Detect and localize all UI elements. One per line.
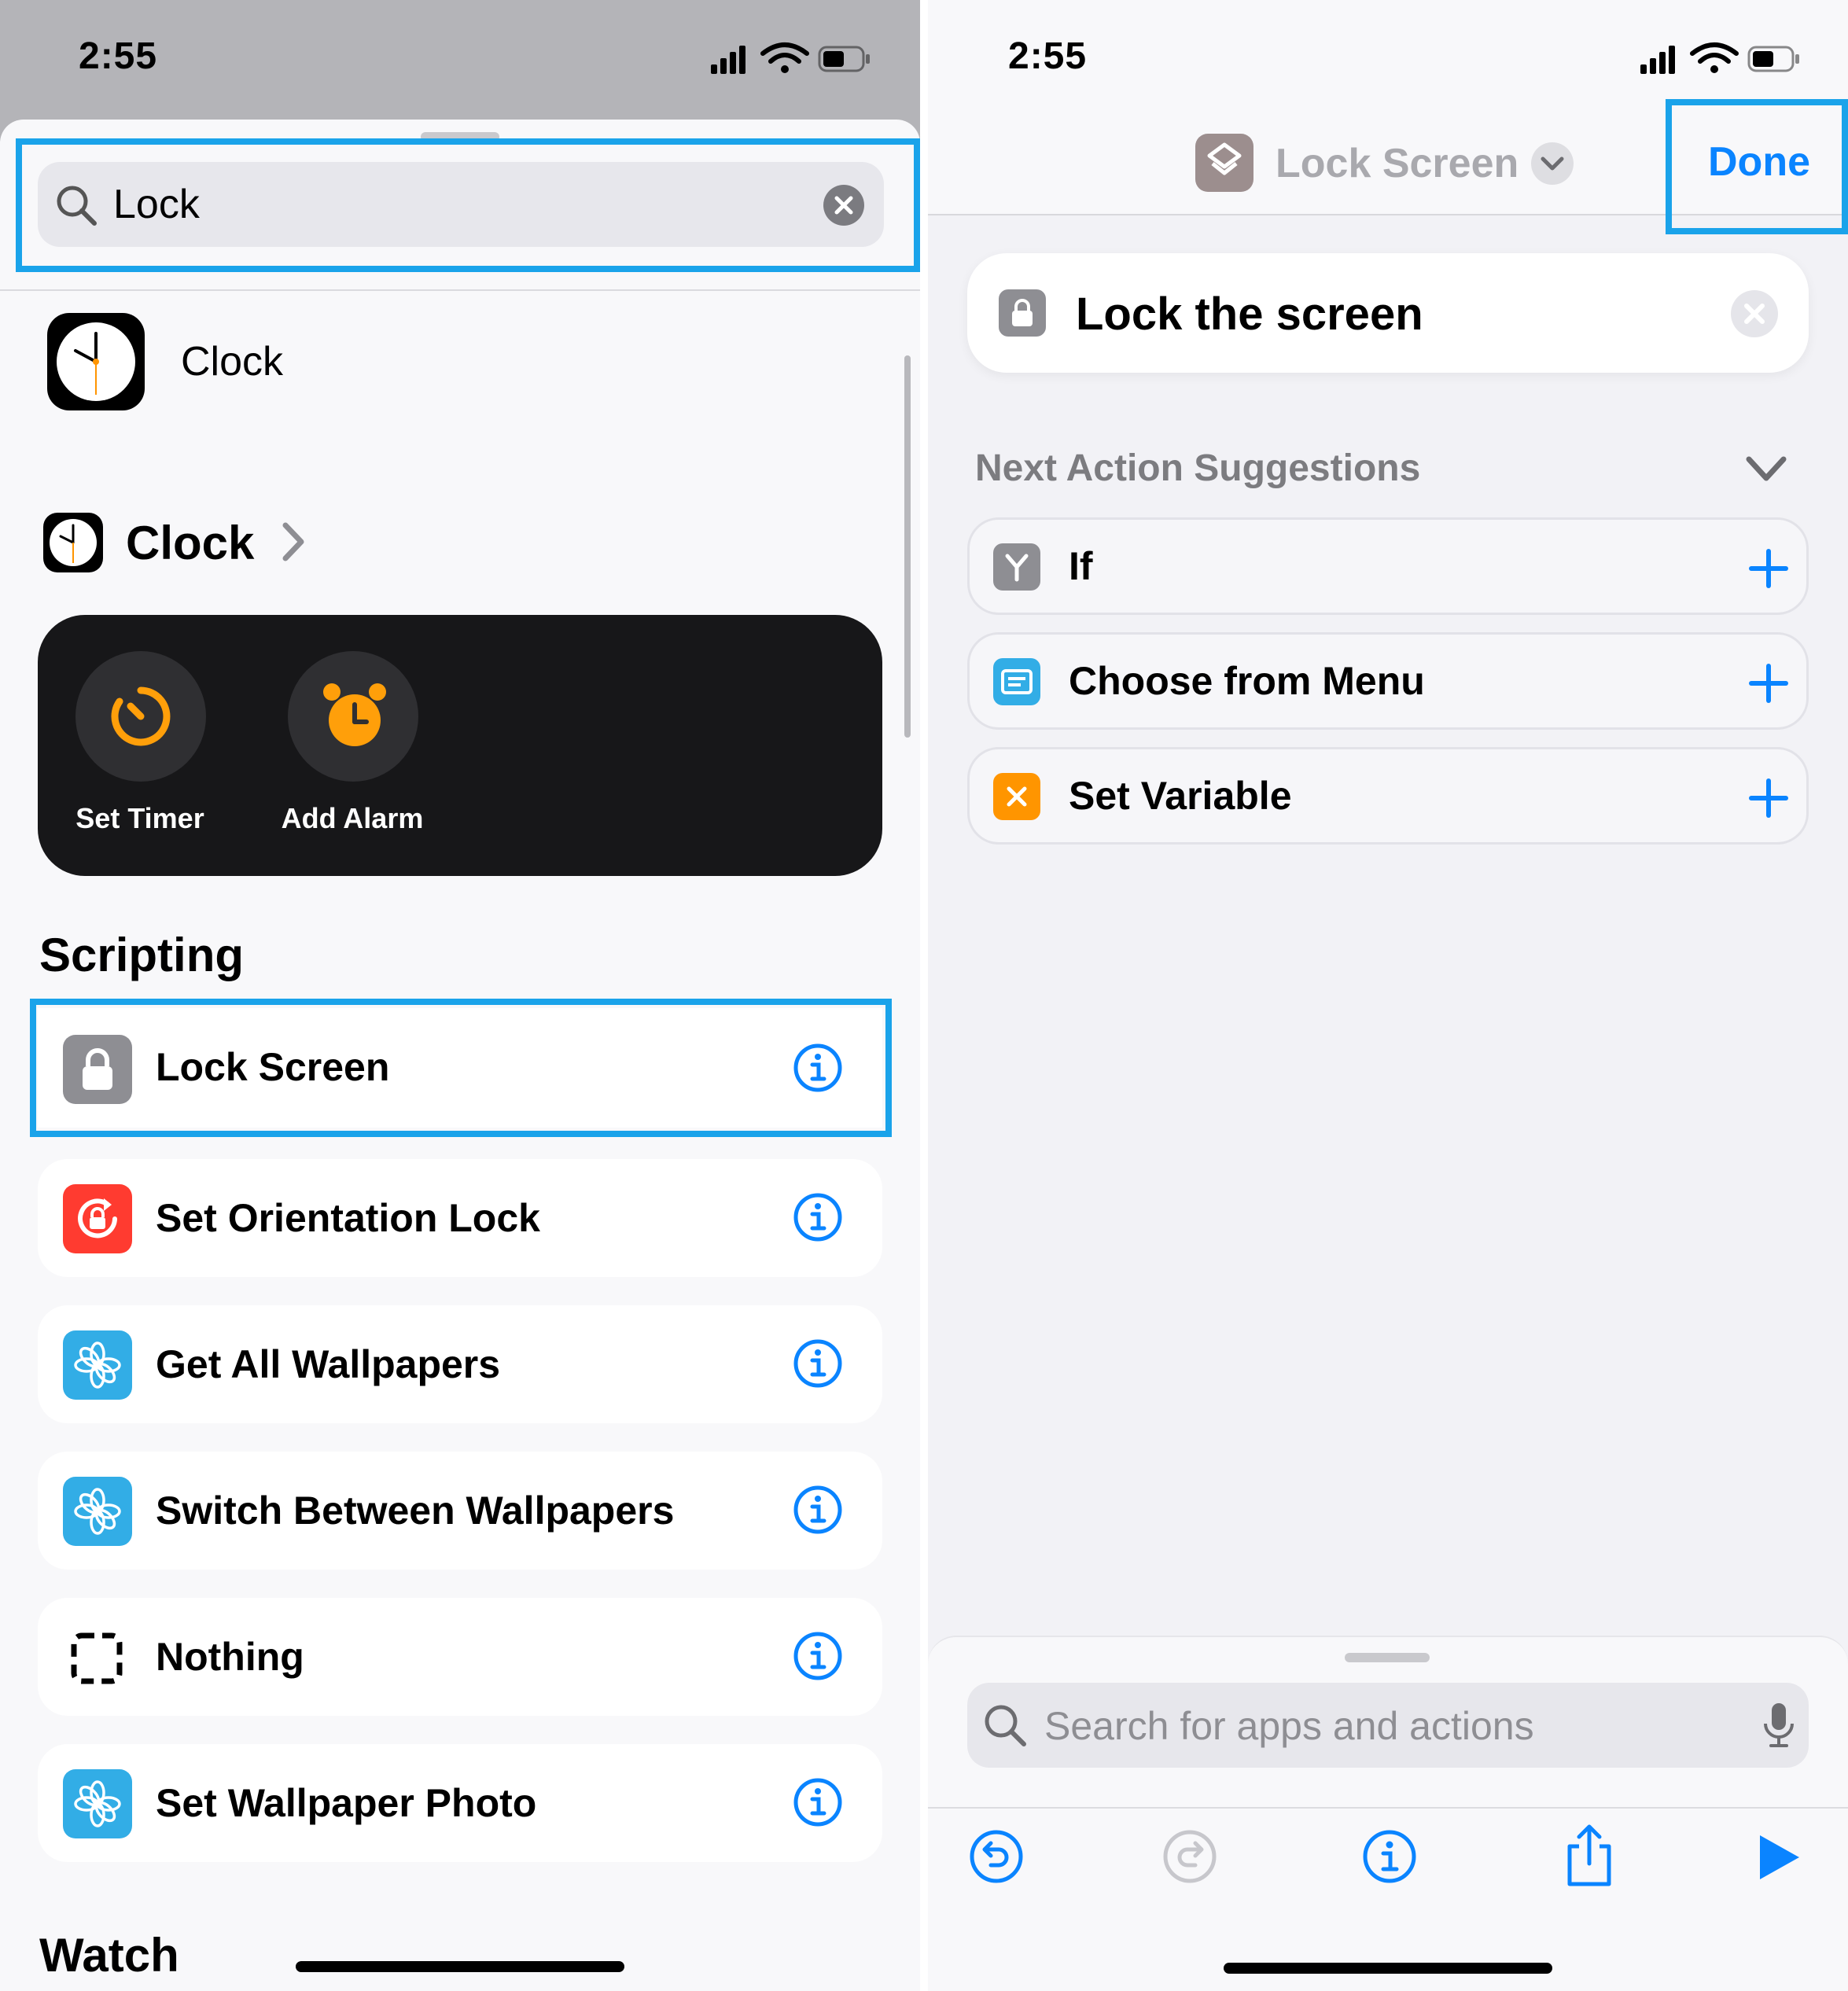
divider (0, 289, 920, 291)
suggestion-label: If (1069, 544, 1093, 588)
clock-section-header[interactable]: Clock (43, 511, 374, 572)
shortcuts-app-icon (1195, 134, 1253, 192)
clock-section-title: Clock (126, 517, 255, 569)
left-panel: 2:55 Lock Clock Clock Set Timer Add Alar… (0, 0, 920, 1991)
suggestion-choose-from-menu[interactable]: Choose from Menu (967, 632, 1809, 730)
chevron-down-icon (1531, 142, 1574, 185)
shortcut-title: Lock Screen (1276, 141, 1519, 186)
suggestion-set-variable[interactable]: Set Variable (967, 747, 1809, 845)
add-alarm-button[interactable]: Add Alarm (258, 651, 447, 848)
action-label: Lock Screen (156, 1045, 390, 1089)
chevron-right-icon (282, 522, 304, 561)
wallpaper-flower-icon (63, 1330, 132, 1400)
top-result-clock[interactable]: Clock (47, 313, 834, 410)
scrollbar[interactable] (904, 355, 911, 738)
info-icon[interactable] (1360, 1827, 1419, 1886)
action-row-lock-screen[interactable]: Lock Screen (38, 1008, 882, 1128)
action-row-nothing[interactable]: Nothing (38, 1598, 882, 1716)
status-icons (1640, 42, 1799, 74)
variable-icon (993, 773, 1040, 820)
suggestion-label: Set Variable (1069, 774, 1292, 818)
actions-search-field[interactable]: Search for apps and actions (967, 1683, 1809, 1768)
lock-icon (63, 1035, 132, 1104)
dashed-square-icon (71, 1632, 123, 1684)
search-icon (985, 1705, 1026, 1746)
status-time: 2:55 (79, 35, 158, 77)
chevron-down-icon[interactable] (1741, 450, 1791, 489)
orientation-lock-icon (63, 1184, 132, 1253)
toolbar-divider (928, 1807, 1848, 1809)
lock-icon (999, 289, 1046, 337)
status-time: 2:55 (1008, 35, 1088, 77)
suggestion-if[interactable]: If (967, 517, 1809, 615)
play-icon[interactable] (1754, 1832, 1804, 1882)
alarm-clock-icon (323, 683, 386, 746)
clock-app-icon (43, 513, 103, 572)
action-row-set-wallpaper-photo[interactable]: Set Wallpaper Photo (38, 1744, 882, 1862)
home-indicator[interactable] (296, 1961, 624, 1972)
section-watch: Watch (39, 1929, 179, 1982)
shortcut-title-menu[interactable]: Lock Screen (1195, 132, 1730, 193)
info-icon[interactable] (793, 1192, 843, 1242)
action-row-set-orientation-lock[interactable]: Set Orientation Lock (38, 1159, 882, 1277)
clear-search-icon[interactable] (823, 184, 865, 226)
clock-quick-actions-card: Set Timer Add Alarm (38, 615, 882, 876)
suggestions-title: Next Action Suggestions (975, 447, 1421, 489)
undo-icon[interactable] (967, 1827, 1025, 1886)
section-scripting: Scripting (39, 929, 245, 981)
add-alarm-label: Add Alarm (281, 802, 424, 834)
add-icon[interactable] (1748, 778, 1789, 819)
action-card-lock-the-screen[interactable]: Lock the screen (967, 253, 1809, 373)
info-icon[interactable] (793, 1631, 843, 1681)
add-icon[interactable] (1748, 548, 1789, 589)
search-field[interactable]: Lock (38, 162, 884, 247)
clock-app-icon (47, 313, 145, 410)
done-button[interactable]: Done (1708, 138, 1810, 186)
timer-icon (111, 686, 171, 746)
branch-icon (993, 543, 1040, 591)
action-row-switch-between-wallpapers[interactable]: Switch Between Wallpapers (38, 1452, 882, 1570)
info-icon[interactable] (793, 1043, 843, 1093)
action-row-get-all-wallpapers[interactable]: Get All Wallpapers (38, 1305, 882, 1423)
status-icons (711, 42, 870, 74)
suggestion-label: Choose from Menu (1069, 659, 1425, 703)
info-icon[interactable] (793, 1777, 843, 1827)
info-icon[interactable] (793, 1485, 843, 1535)
panel-gap (920, 0, 928, 1991)
info-icon[interactable] (793, 1338, 843, 1389)
action-label: Set Wallpaper Photo (156, 1781, 537, 1825)
action-label: Nothing (156, 1635, 304, 1679)
share-icon[interactable] (1562, 1823, 1617, 1889)
menu-icon (993, 658, 1040, 705)
actions-search-placeholder[interactable]: Search for apps and actions (1044, 1703, 1534, 1749)
action-label: Set Orientation Lock (156, 1196, 540, 1240)
bottom-search-sheet: Search for apps and actions (928, 1636, 1848, 1991)
search-input[interactable]: Lock (113, 181, 200, 228)
home-indicator[interactable] (1224, 1963, 1552, 1974)
action-label: Get All Wallpapers (156, 1342, 501, 1386)
sheet-grabber[interactable] (1345, 1653, 1430, 1662)
set-timer-button[interactable]: Set Timer (46, 651, 206, 848)
remove-action-icon[interactable] (1730, 289, 1779, 338)
action-card-label: Lock the screen (1076, 289, 1423, 340)
right-panel: 2:55 Lock Screen Done Lock the screen Ne… (928, 0, 1848, 1991)
set-timer-label: Set Timer (75, 802, 204, 834)
action-label: Switch Between Wallpapers (156, 1489, 675, 1533)
wallpaper-flower-icon (63, 1477, 132, 1546)
search-icon (57, 186, 97, 226)
top-result-label: Clock (181, 339, 284, 385)
redo-icon[interactable] (1161, 1827, 1219, 1886)
microphone-icon[interactable] (1761, 1700, 1796, 1750)
add-icon[interactable] (1748, 663, 1789, 704)
wallpaper-flower-icon (63, 1769, 132, 1838)
